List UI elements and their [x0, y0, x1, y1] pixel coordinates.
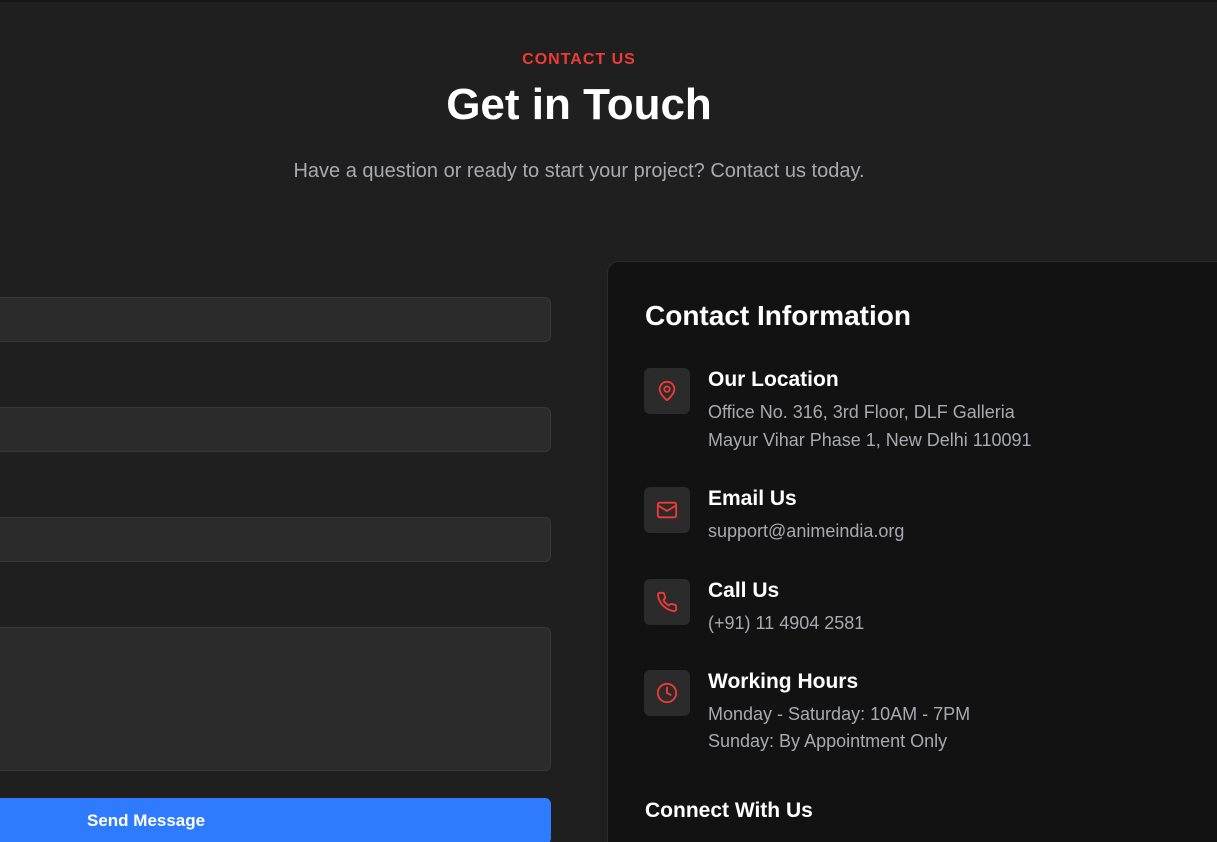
- contact-section: CONTACT US Get in Touch Have a question …: [0, 0, 1217, 842]
- hours-line-1: Monday - Saturday: 10AM - 7PM: [708, 704, 971, 724]
- connect-title: Connect With Us: [645, 799, 813, 822]
- hours-line-2: Sunday: By Appointment Only: [708, 731, 948, 751]
- name-field[interactable]: [0, 297, 551, 342]
- page-title: Get in Touch: [446, 80, 712, 129]
- send-message-button[interactable]: Send Message: [0, 798, 551, 842]
- phone-icon: [644, 579, 690, 625]
- call-heading: Call Us: [708, 579, 780, 602]
- message-field[interactable]: [0, 627, 551, 771]
- email-field[interactable]: [0, 407, 551, 452]
- location-heading: Our Location: [708, 368, 839, 391]
- map-pin-icon: [644, 368, 690, 414]
- phone-number[interactable]: (+91) 11 4904 2581: [708, 613, 864, 634]
- hours-heading: Working Hours: [708, 670, 859, 693]
- clock-icon: [644, 670, 690, 716]
- contact-info-panel: Contact Information Our Location Office …: [607, 261, 1217, 842]
- mail-icon: [644, 487, 690, 533]
- email-heading: Email Us: [708, 487, 797, 510]
- location-line-2: Mayur Vihar Phase 1, New Delhi 110091: [708, 430, 1032, 450]
- contact-info-title: Contact Information: [645, 300, 911, 331]
- location-line-1: Office No. 316, 3rd Floor, DLF Galleria: [708, 402, 1015, 422]
- page-subtitle: Have a question or ready to start your p…: [293, 160, 865, 182]
- subject-field[interactable]: [0, 517, 551, 562]
- email-address[interactable]: support@animeindia.org: [708, 521, 904, 542]
- section-eyebrow: CONTACT US: [522, 51, 636, 68]
